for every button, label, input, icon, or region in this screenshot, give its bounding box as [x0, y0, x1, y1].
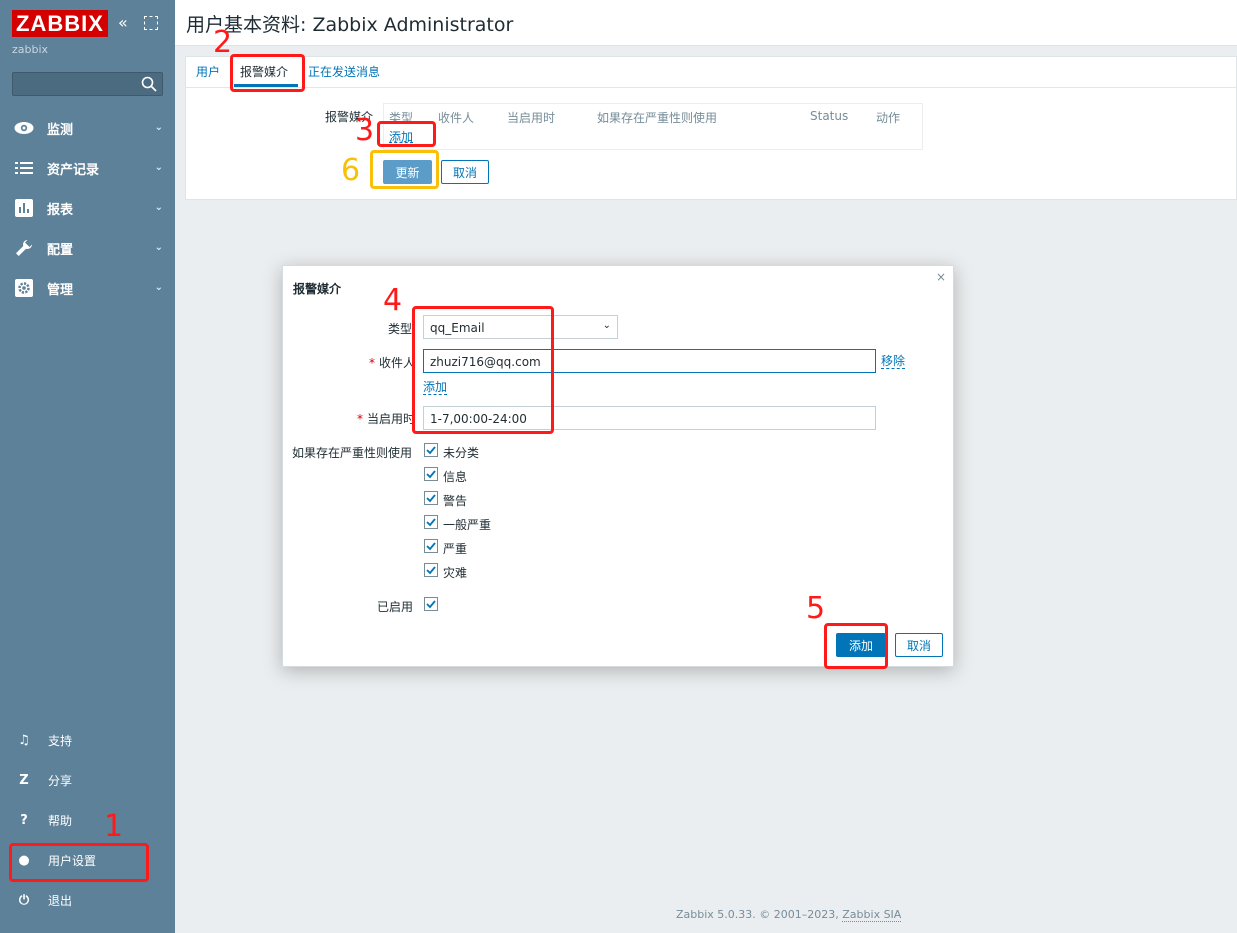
sidebar: ZABBIX « zabbix 监测 ⌄ 资产记录 ⌄ 报表 ⌄ 配置 ⌄ 管理… — [0, 0, 175, 933]
sign-out-link[interactable]: ⏻ 退出 — [0, 880, 175, 920]
when-active-label: * 当启用时 — [357, 412, 416, 426]
chevron-down-icon: ⌄ — [154, 242, 163, 253]
column-header: 收件人 — [438, 111, 475, 125]
menu-item-configuration[interactable]: 配置 ⌄ — [0, 228, 175, 268]
headset-icon: ♫ — [18, 732, 30, 748]
annotation-box — [412, 306, 554, 434]
column-header: 当启用时 — [507, 111, 556, 125]
page-title: 用户基本资料: Zabbix Administrator — [186, 14, 514, 36]
gear-icon — [14, 279, 34, 297]
search-icon[interactable] — [140, 75, 158, 93]
check-icon — [426, 600, 436, 609]
kiosk-mode-icon[interactable] — [144, 16, 158, 30]
share-label: 分享 — [48, 773, 73, 788]
sign-out-label: 退出 — [48, 893, 73, 908]
support-link[interactable]: ♫ 支持 — [0, 720, 175, 760]
severity-label-item: 灾难 — [443, 566, 468, 580]
check-icon — [426, 518, 436, 527]
severity-label-item: 严重 — [443, 542, 468, 556]
chevron-down-icon: ⌄ — [154, 122, 163, 133]
column-header: 动作 — [876, 111, 901, 125]
help-label: 帮助 — [48, 813, 73, 828]
close-icon[interactable]: × — [936, 270, 946, 284]
tab-user[interactable]: 用户 — [196, 63, 220, 80]
check-icon — [426, 542, 436, 551]
check-icon — [426, 494, 436, 503]
enabled-label: 已启用 — [377, 600, 414, 614]
severity-checkbox[interactable] — [424, 563, 438, 577]
annotation-box — [824, 623, 888, 669]
menu-label: 配置 — [47, 242, 74, 258]
bar-chart-icon — [14, 199, 34, 217]
annotation-number: 4 — [383, 283, 403, 318]
tab-messaging[interactable]: 正在发送消息 — [308, 63, 380, 80]
annotation-number: 3 — [355, 113, 375, 148]
footer-text: Zabbix 5.0.33. © 2001–2023, — [676, 908, 843, 921]
remove-link[interactable]: 移除 — [881, 354, 906, 369]
sendto-label: * 收件人 — [369, 356, 416, 370]
annotation-box — [230, 54, 305, 92]
eye-icon — [14, 119, 34, 137]
dialog-cancel-button[interactable]: 取消 — [895, 633, 943, 657]
search-input[interactable] — [12, 72, 163, 96]
help-icon: ? — [20, 812, 28, 828]
annotation-box — [370, 150, 439, 189]
annotation-box — [9, 843, 149, 882]
check-icon — [426, 470, 436, 479]
menu-label: 资产记录 — [47, 162, 100, 178]
severity-label-item: 警告 — [443, 494, 468, 508]
severity-checkbox[interactable] — [424, 467, 438, 481]
tab-divider — [186, 87, 1237, 88]
menu-label: 报表 — [47, 202, 74, 218]
collapse-sidebar-icon[interactable]: « — [118, 14, 128, 32]
severity-label-item: 信息 — [443, 470, 468, 484]
menu-label: 管理 — [47, 282, 74, 298]
severity-checkbox[interactable] — [424, 491, 438, 505]
type-label: 类型 — [388, 322, 413, 336]
annotation-box — [377, 121, 436, 147]
menu-item-administration[interactable]: 管理 ⌄ — [0, 268, 175, 308]
chevron-down-icon: ⌄ — [154, 162, 163, 173]
enabled-checkbox[interactable] — [424, 597, 438, 611]
footer: Zabbix 5.0.33. © 2001–2023, Zabbix SIA — [676, 908, 902, 922]
chevron-down-icon: ⌄ — [154, 202, 163, 213]
annotation-number: 1 — [104, 809, 124, 844]
menu-item-reports[interactable]: 报表 ⌄ — [0, 188, 175, 228]
check-icon — [426, 566, 436, 575]
annotation-number: 6 — [341, 153, 361, 188]
footer-company-link[interactable]: Zabbix SIA — [842, 908, 902, 922]
menu-item-monitoring[interactable]: 监测 ⌄ — [0, 108, 175, 148]
column-header: 如果存在严重性则使用 — [597, 111, 718, 125]
cancel-button[interactable]: 取消 — [441, 160, 489, 184]
severity-checkbox[interactable] — [424, 443, 438, 457]
severity-label-item: 未分类 — [443, 446, 480, 460]
severity-checkbox[interactable] — [424, 539, 438, 553]
share-link[interactable]: Z 分享 — [0, 760, 175, 800]
share-icon: Z — [19, 772, 29, 788]
menu-label: 监测 — [47, 122, 74, 138]
server-name: zabbix — [12, 43, 49, 56]
dialog-title: 报警媒介 — [293, 282, 342, 296]
severity-label-item: 一般严重 — [443, 518, 492, 532]
annotation-number: 2 — [213, 25, 233, 60]
chevron-down-icon: ⌄ — [602, 320, 611, 331]
wrench-icon — [14, 239, 34, 257]
zabbix-logo[interactable]: ZABBIX — [12, 10, 108, 37]
help-link[interactable]: ? 帮助 — [0, 800, 175, 840]
support-label: 支持 — [48, 733, 73, 748]
column-header: Status — [810, 109, 849, 123]
annotation-number: 5 — [806, 591, 826, 626]
severity-checkbox[interactable] — [424, 515, 438, 529]
list-icon — [14, 159, 34, 177]
menu-item-inventory[interactable]: 资产记录 ⌄ — [0, 148, 175, 188]
severity-label: 如果存在严重性则使用 — [292, 446, 413, 460]
power-icon: ⏻ — [18, 892, 30, 908]
chevron-down-icon: ⌄ — [154, 282, 163, 293]
check-icon — [426, 446, 436, 455]
